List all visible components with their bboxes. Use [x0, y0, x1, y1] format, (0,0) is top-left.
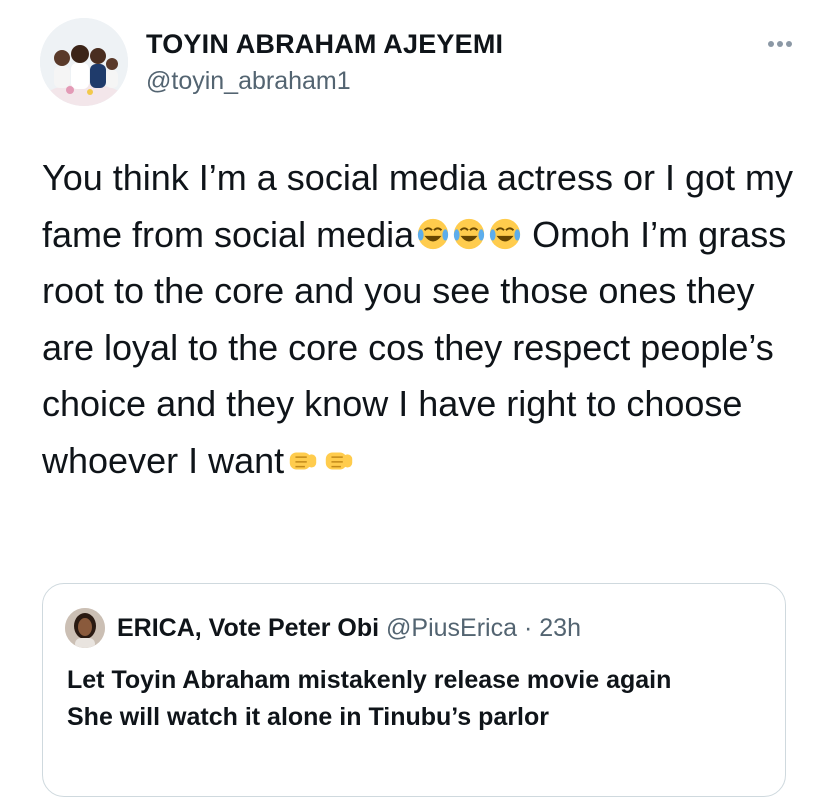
- laughing-emoji-icon: [454, 218, 485, 249]
- laughing-emoji-group: [414, 214, 522, 255]
- quote-separator: ·: [523, 614, 533, 642]
- quote-handle[interactable]: @PiusErica: [386, 614, 517, 642]
- author-handle[interactable]: @toyin_abraham1: [146, 64, 503, 98]
- quoted-tweet[interactable]: ERICA, Vote Peter Obi @PiusErica · 23h L…: [42, 583, 786, 797]
- laughing-emoji-icon: [490, 218, 521, 249]
- tweet-text: You think I’m a social media actress or …: [42, 150, 812, 489]
- quote-author-avatar[interactable]: [65, 608, 105, 648]
- quote-time[interactable]: 23h: [539, 614, 581, 642]
- fist-emoji-group: [284, 440, 356, 481]
- quote-display-name[interactable]: ERICA, Vote Peter Obi: [117, 614, 379, 642]
- laughing-emoji-icon: [418, 218, 449, 249]
- profile-photo-icon: [65, 608, 105, 648]
- more-options-icon[interactable]: [768, 34, 798, 47]
- right-fist-emoji-icon: [289, 451, 317, 469]
- author-display-name[interactable]: TOYIN ABRAHAM AJEYEMI: [146, 28, 503, 60]
- quote-text: Let Toyin Abraham mistakenly release mov…: [67, 666, 672, 731]
- quote-header: ERICA, Vote Peter Obi @PiusErica · 23h: [117, 610, 581, 646]
- tweet-header: TOYIN ABRAHAM AJEYEMI @toyin_abraham1: [40, 18, 798, 108]
- profile-photo-icon: [40, 18, 128, 106]
- right-fist-emoji-icon: [325, 451, 353, 469]
- author-names: TOYIN ABRAHAM AJEYEMI @toyin_abraham1: [146, 28, 503, 98]
- author-avatar[interactable]: [40, 18, 128, 106]
